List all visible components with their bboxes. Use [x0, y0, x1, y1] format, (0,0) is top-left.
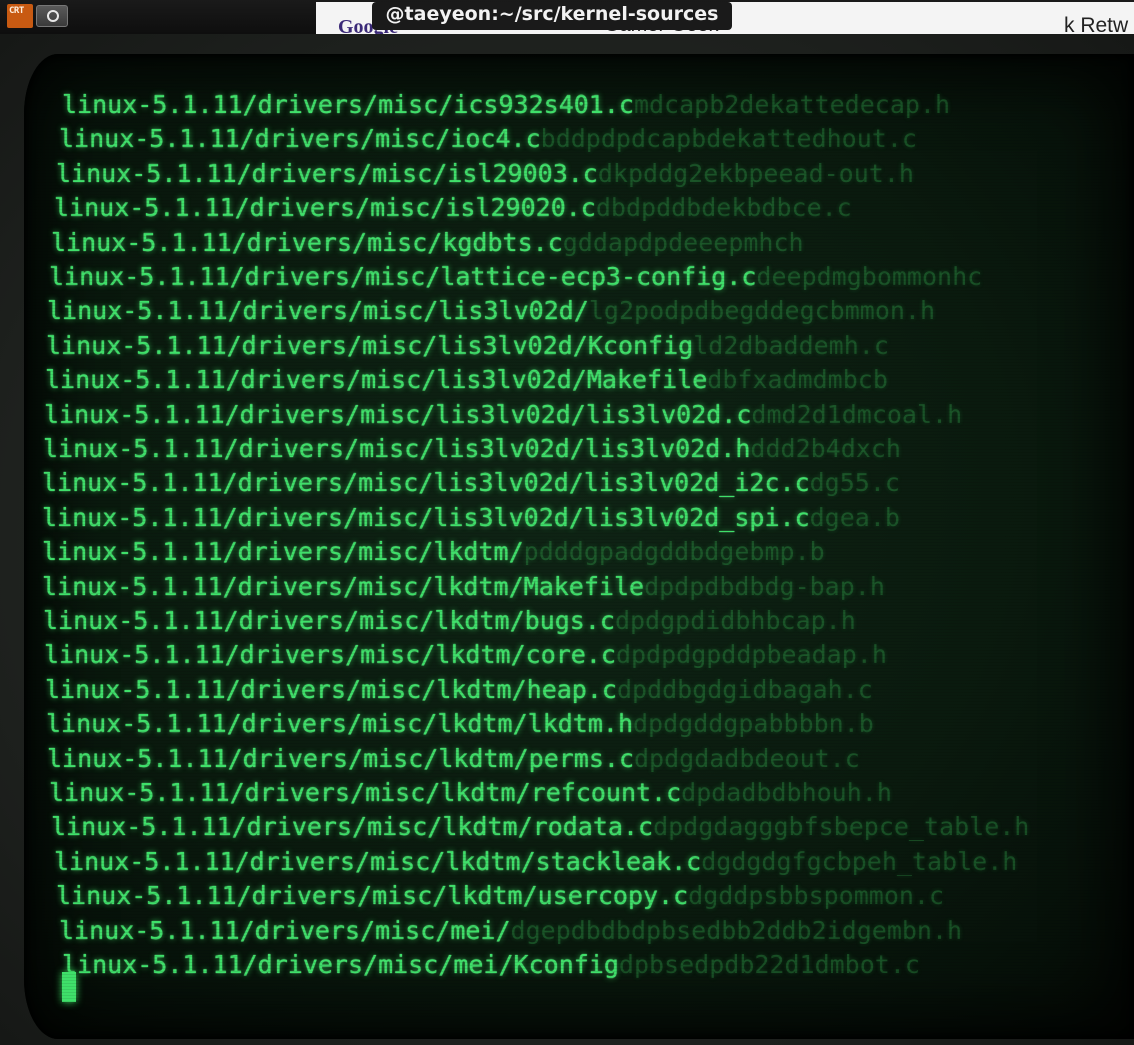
- app-icon-label: CRT: [9, 6, 24, 16]
- terminal-window: Google Gamer Geek k Retw @taeyeon:~/src/…: [0, 0, 1134, 1045]
- terminal-line-text: linux-5.1.11/drivers/misc/lkdtm/refcount…: [49, 778, 682, 807]
- terminal-line: linux-5.1.11/drivers/misc/isl29020.cdbdp…: [54, 193, 852, 223]
- terminal-line: linux-5.1.11/drivers/misc/lkdtm/pdddgpad…: [42, 537, 825, 567]
- terminal-line-text: linux-5.1.11/drivers/misc/lis3lv02d/lis3…: [44, 399, 752, 429]
- terminal-line-text: linux-5.1.11/drivers/misc/isl29003.c: [56, 158, 598, 188]
- terminal-line-text: linux-5.1.11/drivers/misc/lis3lv02d/Kcon…: [46, 330, 694, 360]
- terminal-line-ghost: dgea.b: [809, 502, 900, 532]
- circle-menu-icon: [47, 10, 59, 22]
- terminal-line: linux-5.1.11/drivers/misc/lkdtm/refcount…: [49, 778, 892, 808]
- terminal-line-text: linux-5.1.11/drivers/misc/lkdtm/bugs.c: [43, 606, 615, 635]
- terminal-line: linux-5.1.11/drivers/misc/lkdtm/heap.cdp…: [45, 675, 873, 705]
- terminal-line-text: linux-5.1.11/drivers/misc/lattice-ecp3-c…: [49, 262, 757, 291]
- terminal-line: linux-5.1.11/drivers/misc/lkdtm/lkdtm.hd…: [46, 709, 874, 739]
- terminal-line-ghost: dbfxadmdmbcb: [707, 365, 888, 395]
- terminal-line: linux-5.1.11/drivers/misc/lkdtm/bugs.cdp…: [43, 606, 856, 636]
- terminal-line-ghost: mdcapb2dekattedecap.h: [633, 90, 951, 119]
- terminal-line-ghost: dpdadbdbhouh.h: [681, 778, 892, 807]
- terminal-line-text: linux-5.1.11/drivers/misc/lis3lv02d/lis3…: [43, 434, 751, 463]
- terminal-line-text: linux-5.1.11/drivers/misc/lis3lv02d/Make…: [45, 365, 708, 395]
- terminal-line-text: linux-5.1.11/drivers/misc/lkdtm/perms.c: [47, 743, 634, 773]
- terminal-line-ghost: dbdpddbdekbdbce.c: [595, 193, 852, 223]
- terminal-line: linux-5.1.11/drivers/misc/lis3lv02d/Make…: [45, 365, 888, 395]
- terminal-line-text: linux-5.1.11/drivers/misc/mei/: [59, 915, 511, 945]
- terminal-line-text: linux-5.1.11/drivers/misc/isl29020.c: [54, 193, 596, 223]
- crt-bezel: linux-5.1.11/drivers/misc/ics932s401.cmd…: [0, 34, 1134, 1045]
- terminal-line-ghost: deepdmgbommonhc: [756, 262, 983, 291]
- window-title: @taeyeon:~/src/kernel-sources: [385, 3, 719, 25]
- terminal-line-text: linux-5.1.11/drivers/misc/mei/Kconfig: [62, 950, 619, 979]
- title-bar[interactable]: Google Gamer Geek k Retw @taeyeon:~/src/…: [0, 0, 1134, 34]
- terminal-line-text: linux-5.1.11/drivers/misc/lkdtm/heap.c: [45, 674, 617, 704]
- terminal-line: linux-5.1.11/drivers/misc/lkdtm/usercopy…: [56, 881, 944, 911]
- terminal-line-ghost: bddpdpdcapbdekattedhout.c: [540, 124, 917, 154]
- terminal-line-ghost: lg2podpdbegddegcbmmon.h: [588, 296, 936, 326]
- terminal-line-text: linux-5.1.11/drivers/misc/lkdtm/: [42, 537, 524, 567]
- terminal-line-ghost: dkpddg2ekbpeead-out.h: [597, 158, 914, 188]
- terminal-line: linux-5.1.11/drivers/misc/lis3lv02d/lis3…: [42, 503, 900, 533]
- terminal-line-ghost: dpdgdagggbfsbepce_table.h: [653, 812, 1030, 842]
- terminal-line: linux-5.1.11/drivers/misc/lis3lv02d/lis3…: [42, 468, 900, 498]
- terminal-line-text: linux-5.1.11/drivers/misc/lis3lv02d/lis3…: [42, 468, 810, 498]
- terminal-line: linux-5.1.11/drivers/misc/ics932s401.cmd…: [62, 90, 950, 120]
- terminal-line-ghost: dpdgddgpabbbbn.b: [633, 709, 874, 739]
- terminal-line: linux-5.1.11/drivers/misc/lis3lv02d/lis3…: [44, 400, 962, 430]
- terminal-line-text: linux-5.1.11/drivers/misc/lkdtm/usercopy…: [56, 881, 689, 911]
- terminal-line-text: linux-5.1.11/drivers/misc/lis3lv02d/lis3…: [42, 502, 810, 532]
- terminal-line: linux-5.1.11/drivers/misc/lattice-ecp3-c…: [49, 262, 982, 292]
- terminal-line: linux-5.1.11/drivers/misc/lkdtm/stacklea…: [54, 847, 1017, 877]
- terminal-line-ghost: ld2dbaddemh.c: [693, 330, 889, 360]
- terminal-line-text: linux-5.1.11/drivers/misc/lkdtm/stacklea…: [54, 846, 702, 876]
- terminal-line-text: linux-5.1.11/drivers/misc/lkdtm/rodata.c: [51, 812, 654, 842]
- terminal-line-text: linux-5.1.11/drivers/misc/ioc4.c: [59, 124, 541, 154]
- terminal-line: linux-5.1.11/drivers/misc/lis3lv02d/Kcon…: [46, 331, 889, 361]
- terminal-line-text: linux-5.1.11/drivers/misc/kgdbts.c: [51, 227, 563, 257]
- terminal-screen[interactable]: linux-5.1.11/drivers/misc/ics932s401.cmd…: [24, 54, 1134, 1039]
- terminal-line-text: linux-5.1.11/drivers/misc/lis3lv02d/: [47, 296, 589, 326]
- terminal-line: linux-5.1.11/drivers/misc/lis3lv02d/lg2p…: [47, 296, 935, 326]
- terminal-line: linux-5.1.11/drivers/misc/isl29003.cdkpd…: [56, 159, 914, 189]
- text-cursor: [62, 972, 76, 1002]
- terminal-line-ghost: dpdgpdidbhbcap.h: [614, 606, 856, 635]
- terminal-line: linux-5.1.11/drivers/misc/lkdtm/core.cdp…: [44, 640, 887, 670]
- terminal-line: linux-5.1.11/drivers/misc/ioc4.cbddpdpdc…: [59, 124, 917, 154]
- terminal-line-ghost: ddd2b4dxch: [750, 434, 901, 463]
- window-menu-button[interactable]: [36, 5, 68, 27]
- terminal-line: linux-5.1.11/drivers/misc/mei/Kconfigdpb…: [62, 950, 920, 980]
- terminal-line-text: linux-5.1.11/drivers/misc/lkdtm/Makefile: [42, 571, 645, 601]
- terminal-line-text: linux-5.1.11/drivers/misc/lkdtm/core.c: [44, 640, 616, 670]
- crt-app-icon[interactable]: CRT: [7, 4, 33, 28]
- terminal-line-text: linux-5.1.11/drivers/misc/ics932s401.c: [62, 90, 634, 119]
- terminal-line: linux-5.1.11/drivers/misc/mei/dgepdbdbdp…: [59, 916, 962, 946]
- terminal-line-ghost: dgepdbdbdpbsedbb2ddb2idgembn.h: [510, 915, 963, 945]
- terminal-line: linux-5.1.11/drivers/misc/lis3lv02d/lis3…: [43, 434, 901, 464]
- terminal-line-ghost: dpddbgdgidbagah.c: [616, 674, 873, 704]
- terminal-line-ghost: dmd2d1dmcoal.h: [751, 399, 963, 429]
- terminal-line-ghost: dpdgdadbdeout.c: [634, 743, 860, 773]
- terminal-line-text: linux-5.1.11/drivers/misc/lkdtm/lkdtm.h: [46, 709, 633, 739]
- terminal-line-ghost: dg55.c: [809, 468, 900, 498]
- terminal-line-ghost: pdddgpadgddbdgebmp.b: [523, 537, 825, 567]
- terminal-line: linux-5.1.11/drivers/misc/lkdtm/Makefile…: [42, 572, 885, 602]
- terminal-line-ghost: dpdpdgpddpbeadap.h: [615, 640, 887, 670]
- terminal-line-ghost: dgdgdgfgcbpeh_table.h: [701, 846, 1018, 876]
- terminal-line-ghost: dpdpdbdbdg-bap.h: [644, 571, 885, 601]
- terminal-line-ghost: gddapdpdeeepmhch: [562, 227, 804, 257]
- terminal-line-ghost: dgddpsbbspommon.c: [688, 881, 945, 911]
- terminal-line: linux-5.1.11/drivers/misc/lkdtm/perms.cd…: [47, 744, 860, 774]
- terminal-line: linux-5.1.11/drivers/misc/lkdtm/rodata.c…: [51, 812, 1029, 842]
- terminal-line-ghost: dpbsedpdb22d1dmbot.c: [618, 950, 920, 979]
- terminal-line: linux-5.1.11/drivers/misc/kgdbts.cgddapd…: [51, 228, 804, 258]
